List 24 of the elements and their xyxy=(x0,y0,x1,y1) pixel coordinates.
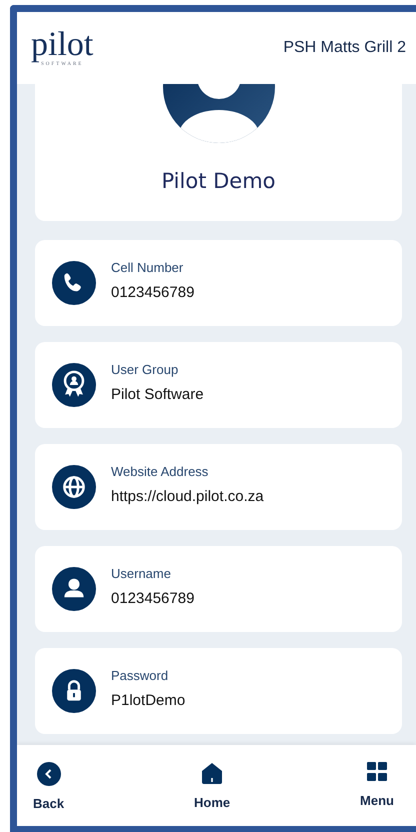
back-icon xyxy=(36,762,61,786)
menu-icon xyxy=(366,761,388,783)
field-label: User Group xyxy=(111,360,180,379)
field-value: Pilot Software xyxy=(111,385,204,405)
logo-wordmark: pilot xyxy=(31,28,94,62)
site-name: PSH Matts Grill 2 xyxy=(283,38,406,58)
field-label: Username xyxy=(111,564,172,582)
field-label: Cell Number xyxy=(111,258,184,276)
field-value: 0123456789 xyxy=(111,283,194,303)
field-label: Website Address xyxy=(111,462,210,480)
profile-name: Pilot Demo xyxy=(161,168,276,195)
nav-button[interactable]: Back xyxy=(33,762,64,814)
field-value: P1lotDemo xyxy=(111,691,186,711)
field-label: Password xyxy=(111,666,170,684)
user-icon xyxy=(52,567,96,611)
globe-icon xyxy=(52,465,96,509)
field-value: https://cloud.pilot.co.za xyxy=(111,487,264,507)
field-value: 0123456789 xyxy=(111,589,194,609)
lock-icon xyxy=(52,669,96,713)
award-icon xyxy=(52,363,96,407)
nav-button[interactable]: Home xyxy=(194,761,230,812)
home-icon xyxy=(200,761,224,785)
nav-button[interactable]: Menu xyxy=(360,761,394,810)
phone-icon xyxy=(52,261,96,305)
